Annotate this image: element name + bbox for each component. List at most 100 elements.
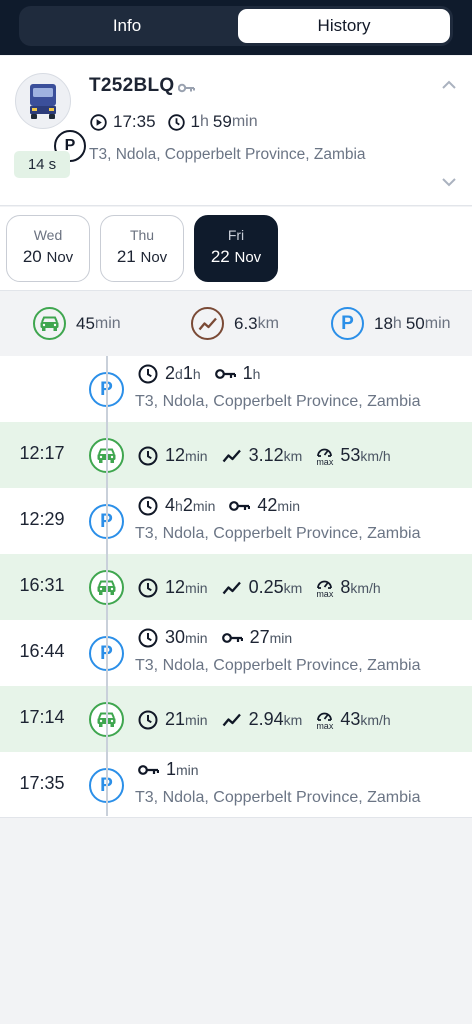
row-time: 12:29: [19, 509, 65, 529]
max-label: max: [316, 589, 334, 599]
drive-duration-value: 12: [165, 577, 186, 597]
day-month: Nov: [234, 249, 262, 266]
session-duration-hours: 1: [190, 112, 201, 131]
summary-park-hours: 18: [374, 313, 393, 333]
session-duration-minutes: 59: [212, 112, 232, 131]
parking-session-info: 17:35 1 h 59 min: [90, 112, 258, 132]
park-duration-unit-2: min: [192, 497, 216, 514]
row-time: 17:14: [19, 707, 65, 727]
ignition-duration-unit: min: [277, 497, 300, 514]
park-duration-unit: d: [175, 365, 183, 382]
top-bar: Info History: [0, 0, 472, 55]
max-speed-value: 8: [340, 577, 351, 597]
ignition-key-icon: [229, 500, 251, 512]
empty-area: [0, 817, 472, 1024]
timeline-row-park[interactable]: P 2d 1h 1h T3, Ndola, Copperbelt Provinc…: [0, 356, 472, 422]
timeline-row-park[interactable]: 16:44 P 30min 27min T3, Ndola, Copperbel…: [0, 620, 472, 686]
drive-duration-unit: min: [185, 447, 208, 464]
ignition-duration-unit: min: [176, 761, 199, 778]
park-duration-value-2: 1: [182, 363, 193, 383]
timeline-row-park[interactable]: 17:35 P 1min T3, Ndola, Copperbelt Provi…: [0, 752, 472, 818]
timeline-row-drive[interactable]: 16:31 12 min 0.25 km max 8 km/h: [0, 554, 472, 620]
park-duration-value: 2: [165, 363, 176, 383]
row-time: 16:44: [19, 641, 65, 661]
park-duration-unit: min: [185, 629, 208, 646]
park-duration-unit-2: h: [192, 365, 201, 382]
drive-distance-value: 2.94: [248, 709, 284, 729]
drive-distance-unit: km: [283, 579, 303, 596]
day-month: Nov: [140, 249, 168, 266]
timeline-connector-line: [106, 356, 108, 816]
summary-drive-time: 45 min: [33, 307, 121, 340]
clock-icon: [138, 364, 158, 384]
row-address: T3, Ndola, Copperbelt Province, Zambia: [135, 789, 421, 806]
day-button-fri[interactable]: Fri 22 Nov: [194, 215, 278, 282]
ignition-duration-unit: h: [252, 365, 261, 382]
day-number: 20: [22, 247, 42, 266]
truck-avatar: [15, 73, 71, 129]
timeline-row-drive[interactable]: 17:14 21 min 2.94 km max 43 km/h: [0, 686, 472, 752]
ignition-duration-value: 42: [257, 495, 278, 515]
session-duration-minutes-unit: min: [231, 113, 258, 130]
car-icon: [33, 307, 66, 340]
summary-park-hours-unit: h: [392, 314, 402, 332]
route-trend-icon: [222, 581, 242, 595]
row-address: T3, Ndola, Copperbelt Province, Zambia: [135, 393, 421, 410]
tab-info[interactable]: Info: [22, 9, 232, 43]
day-selector: Wed 20 Nov Thu 21 Nov Fri 22 Nov: [0, 207, 472, 291]
day-button-thu[interactable]: Thu 21 Nov: [100, 215, 184, 282]
drive-distance-value: 3.12: [248, 445, 284, 465]
last-update-badge: 14 s: [14, 151, 70, 178]
drive-distance-value: 0.25: [248, 577, 284, 597]
parking-icon: P: [331, 307, 364, 340]
summary-park-time: P 18 h 50 min: [331, 307, 451, 340]
ignition-key-icon: [138, 764, 159, 776]
route-trend-icon: [191, 307, 224, 340]
max-speed-icon: max: [316, 444, 333, 467]
max-speed-unit: km/h: [360, 447, 391, 464]
session-duration-hours-unit: h: [200, 113, 209, 130]
tab-switcher: Info History: [19, 6, 453, 46]
ignition-duration-value: 1: [242, 363, 253, 383]
clock-icon: [167, 113, 185, 131]
park-duration-value: 30: [165, 627, 186, 647]
vehicle-plate: T252BLQ: [89, 75, 175, 96]
route-trend-icon: [222, 713, 242, 727]
route-trend-icon: [222, 449, 242, 463]
park-duration-value: 4: [165, 495, 176, 515]
max-label: max: [316, 721, 334, 731]
summary-distance: 6.3 km: [191, 307, 279, 340]
timeline-row-park[interactable]: 12:29 P 4h 2min 42min T3, Ndola, Copperb…: [0, 488, 472, 554]
chevron-down-icon[interactable]: [441, 174, 457, 192]
day-summary: 45 min 6.3 km P 18 h 50 min: [0, 292, 472, 356]
tab-history[interactable]: History: [238, 9, 450, 43]
summary-park-minutes: 50: [405, 313, 425, 333]
clock-icon: [138, 496, 158, 516]
summary-distance-unit: km: [257, 314, 279, 332]
day-name: Wed: [33, 227, 63, 243]
clock-icon: [138, 446, 158, 466]
row-time: 12:17: [19, 443, 65, 463]
vehicle-card[interactable]: P T252BLQ 17:35 1 h 59 min T3, Ndola, Co…: [0, 56, 472, 206]
drive-distance-unit: km: [283, 711, 303, 728]
summary-drive-unit: min: [94, 314, 121, 332]
ignition-duration-value: 27: [249, 627, 270, 647]
timeline-row-drive[interactable]: 12:17 12 min 3.12 km max 53 km/h: [0, 422, 472, 488]
ignition-key-icon: [214, 368, 236, 380]
truck-icon: [30, 84, 56, 119]
drive-duration-value: 21: [165, 709, 186, 729]
drive-distance-unit: km: [283, 447, 303, 464]
day-button-wed[interactable]: Wed 20 Nov: [6, 215, 90, 282]
clock-icon: [138, 628, 158, 648]
park-duration-unit: h: [175, 497, 183, 514]
ignition-key-icon: [221, 632, 243, 644]
chevron-up-icon[interactable]: [441, 77, 457, 95]
ignition-duration-value: 1: [166, 759, 177, 779]
day-month: Nov: [46, 249, 74, 266]
day-name: Thu: [129, 227, 155, 243]
park-duration-value-2: 2: [182, 495, 193, 515]
max-speed-value: 43: [340, 709, 361, 729]
drive-duration-unit: min: [185, 711, 208, 728]
row-address: T3, Ndola, Copperbelt Province, Zambia: [135, 525, 421, 542]
day-name: Fri: [227, 227, 245, 243]
